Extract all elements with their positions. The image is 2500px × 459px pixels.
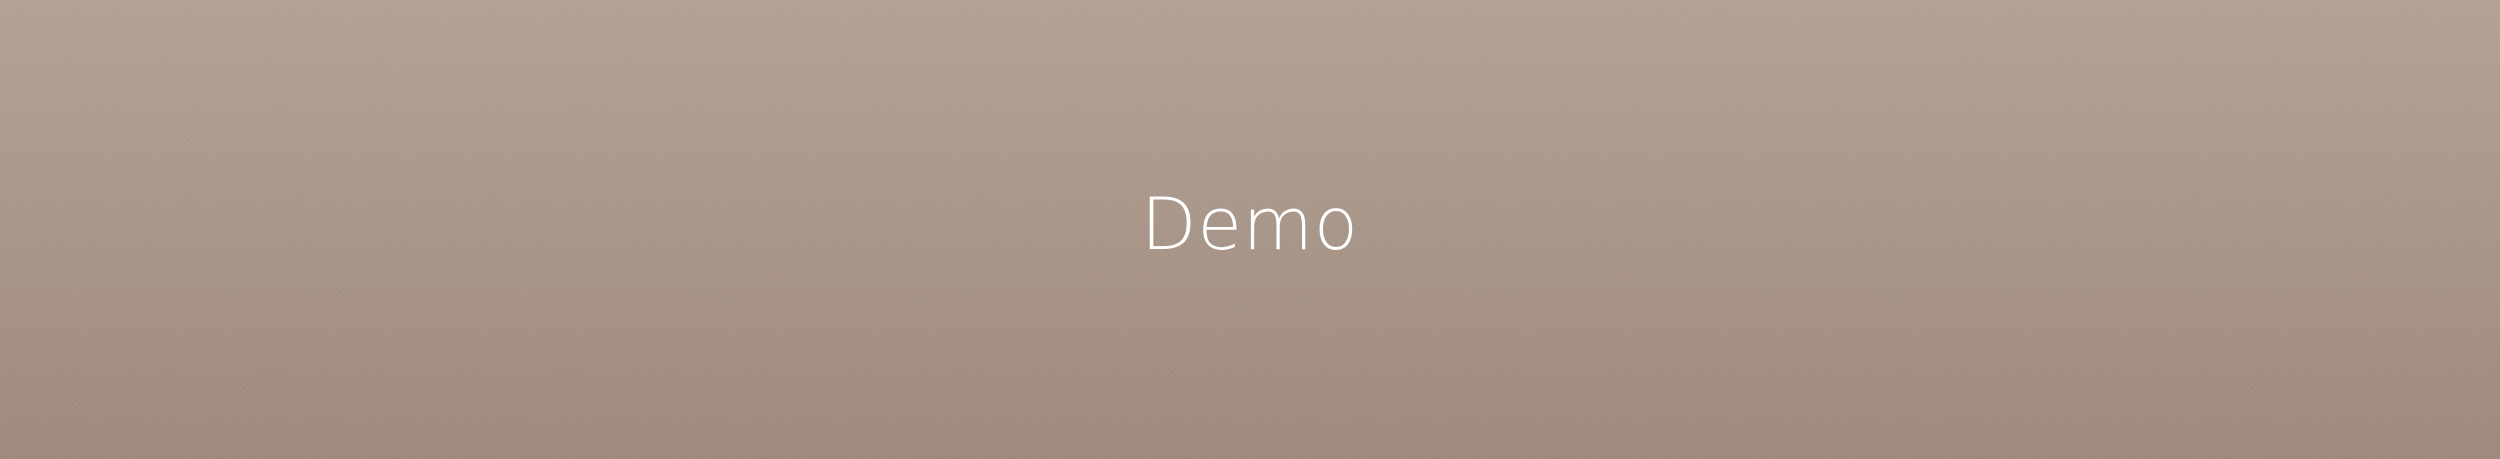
hero-banner: Demo — [0, 0, 2500, 459]
page-title: Demo — [1141, 182, 1359, 266]
